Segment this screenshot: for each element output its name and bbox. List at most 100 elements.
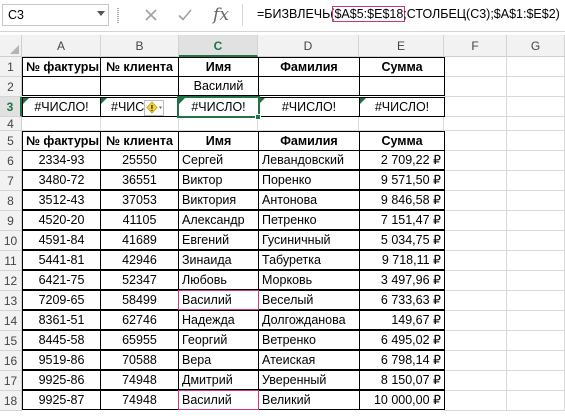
- empty-cell[interactable]: [444, 291, 507, 311]
- table-cell[interactable]: 2334-93: [22, 150, 101, 170]
- table-cell[interactable]: Вера: [178, 350, 259, 370]
- criteria-cell[interactable]: [359, 76, 445, 96]
- criteria-cell[interactable]: [258, 76, 360, 96]
- row-header[interactable]: 11: [0, 251, 22, 271]
- table-cell[interactable]: 3 497,96 ₽: [359, 270, 445, 290]
- empty-cell[interactable]: [507, 231, 565, 251]
- empty-cell[interactable]: [507, 271, 565, 291]
- table-cell[interactable]: 2 709,22 ₽: [359, 150, 445, 170]
- row-header[interactable]: 3: [0, 97, 22, 117]
- empty-cell[interactable]: [444, 331, 507, 351]
- table-cell[interactable]: 37053: [100, 190, 179, 210]
- empty-cell[interactable]: [444, 311, 507, 331]
- empty-cell[interactable]: [507, 117, 565, 131]
- table-cell[interactable]: 8445-58: [22, 330, 101, 350]
- table-cell[interactable]: 41105: [100, 210, 179, 230]
- row-header[interactable]: 12: [0, 271, 22, 291]
- row-header[interactable]: 6: [0, 151, 22, 171]
- table-cell[interactable]: Поренко: [258, 170, 360, 190]
- table-cell[interactable]: 8 150,07 ₽: [359, 370, 445, 390]
- empty-cell[interactable]: [507, 391, 565, 411]
- table-cell[interactable]: 6 495,02 ₽: [359, 330, 445, 350]
- table-cell[interactable]: Дмитрий: [178, 370, 259, 390]
- table-cell[interactable]: Зинаида: [178, 250, 259, 270]
- table-cell[interactable]: Антонова: [258, 190, 360, 210]
- row-header[interactable]: 2: [0, 77, 22, 97]
- table-header-cell[interactable]: № клиента: [100, 131, 179, 151]
- row-header[interactable]: 18: [0, 391, 22, 411]
- empty-cell[interactable]: [444, 131, 507, 151]
- table-cell[interactable]: 3512-43: [22, 190, 101, 210]
- empty-cell[interactable]: [507, 171, 565, 191]
- empty-cell[interactable]: [444, 77, 507, 97]
- chevron-down-icon[interactable]: [97, 11, 105, 16]
- table-cell[interactable]: 9 846,58 ₽: [359, 190, 445, 210]
- table-cell[interactable]: Евгений: [178, 230, 259, 250]
- column-header-e[interactable]: E: [359, 35, 444, 57]
- empty-cell[interactable]: [22, 117, 101, 131]
- empty-cell[interactable]: [507, 211, 565, 231]
- table-cell[interactable]: Виктор: [178, 170, 259, 190]
- row-header[interactable]: 17: [0, 371, 22, 391]
- empty-cell[interactable]: [507, 311, 565, 331]
- row-header[interactable]: 7: [0, 171, 22, 191]
- enter-button[interactable]: [172, 4, 198, 26]
- empty-cell[interactable]: [444, 57, 507, 77]
- row-header[interactable]: 5: [0, 131, 22, 151]
- table-cell[interactable]: 52347: [100, 270, 179, 290]
- table-cell[interactable]: 7209-65: [22, 290, 101, 310]
- table-header-cell[interactable]: Сумма: [359, 131, 445, 151]
- table-header-cell[interactable]: № фактуры: [22, 131, 101, 151]
- row-header[interactable]: 4: [0, 117, 22, 131]
- table-cell[interactable]: 4591-84: [22, 230, 101, 250]
- empty-cell[interactable]: [444, 211, 507, 231]
- row-header[interactable]: 8: [0, 191, 22, 211]
- empty-cell[interactable]: [507, 57, 565, 77]
- table-cell[interactable]: Сергей: [178, 150, 259, 170]
- empty-cell[interactable]: [444, 151, 507, 171]
- table-cell[interactable]: 7 151,47 ₽: [359, 210, 445, 230]
- table-cell[interactable]: 65955: [100, 330, 179, 350]
- criteria-header-cell[interactable]: Сумма: [359, 57, 445, 77]
- table-cell[interactable]: 36551: [100, 170, 179, 190]
- table-cell[interactable]: Атеиская: [258, 350, 360, 370]
- empty-cell[interactable]: [444, 351, 507, 371]
- table-cell[interactable]: Морковь: [258, 270, 360, 290]
- table-cell[interactable]: 3480-72: [22, 170, 101, 190]
- row-header[interactable]: 13: [0, 291, 22, 311]
- table-cell[interactable]: 6421-75: [22, 270, 101, 290]
- row-header[interactable]: 14: [0, 311, 22, 331]
- table-cell[interactable]: Веселый: [258, 290, 360, 310]
- table-cell[interactable]: 25550: [100, 150, 179, 170]
- empty-cell[interactable]: [179, 117, 258, 131]
- table-cell[interactable]: Александр: [178, 210, 259, 230]
- table-cell[interactable]: Табуретка: [258, 250, 360, 270]
- table-cell[interactable]: Виктория: [178, 190, 259, 210]
- table-cell[interactable]: Долгожданова: [258, 310, 360, 330]
- criteria-cell[interactable]: [22, 76, 101, 96]
- empty-cell[interactable]: [444, 171, 507, 191]
- criteria-header-cell[interactable]: Фамилия: [258, 57, 360, 77]
- insert-function-button[interactable]: fx: [208, 4, 234, 26]
- criteria-header-cell[interactable]: № фактуры: [22, 57, 101, 77]
- row-header[interactable]: 15: [0, 331, 22, 351]
- table-cell[interactable]: 4520-20: [22, 210, 101, 230]
- empty-cell[interactable]: [507, 191, 565, 211]
- empty-cell[interactable]: [444, 191, 507, 211]
- table-cell[interactable]: 9925-86: [22, 370, 101, 390]
- error-warning-button[interactable]: !: [144, 100, 164, 116]
- table-cell[interactable]: 70588: [100, 350, 179, 370]
- table-cell[interactable]: 6 733,63 ₽: [359, 290, 445, 310]
- table-cell[interactable]: 41689: [100, 230, 179, 250]
- row-header[interactable]: 9: [0, 211, 22, 231]
- table-cell[interactable]: Василий: [178, 390, 259, 410]
- empty-cell[interactable]: [444, 97, 507, 117]
- result-cell[interactable]: #ЧИС: [100, 97, 179, 117]
- fill-handle[interactable]: [255, 114, 261, 120]
- table-cell[interactable]: 9519-86: [22, 350, 101, 370]
- table-cell[interactable]: 42946: [100, 250, 179, 270]
- empty-cell[interactable]: [507, 331, 565, 351]
- criteria-cell[interactable]: [100, 76, 179, 96]
- empty-cell[interactable]: [444, 271, 507, 291]
- result-cell[interactable]: #ЧИСЛО!: [22, 97, 101, 117]
